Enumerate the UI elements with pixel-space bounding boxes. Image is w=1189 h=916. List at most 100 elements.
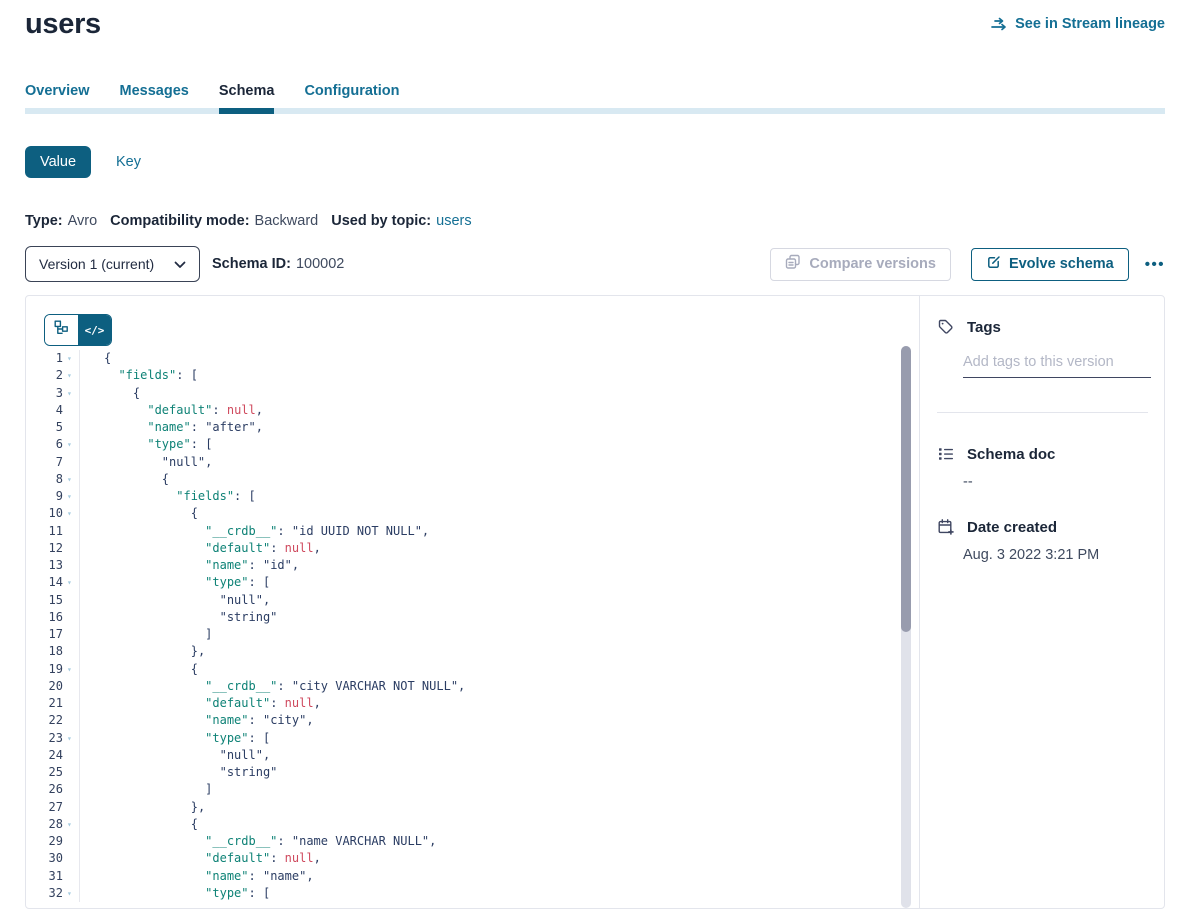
code-line: 5 "name": "after",	[26, 419, 919, 436]
fold-gutter[interactable]: ▾	[63, 661, 80, 678]
fold-gutter	[63, 592, 80, 609]
fold-gutter	[63, 454, 80, 471]
line-number: 19	[26, 661, 63, 678]
editor-scrollbar[interactable]	[901, 346, 911, 908]
scrollbar-thumb[interactable]	[901, 346, 911, 632]
fold-gutter[interactable]: ▾	[63, 885, 80, 902]
line-number: 9	[26, 488, 63, 505]
fold-arrow-icon[interactable]: ▾	[67, 505, 72, 522]
schema-doc-value: --	[963, 474, 1148, 490]
line-number: 11	[26, 523, 63, 540]
code-line: 21 "default": null,	[26, 695, 919, 712]
fold-gutter	[63, 781, 80, 798]
tab-schema[interactable]: Schema	[219, 83, 275, 114]
code-text: "type": [	[80, 730, 270, 747]
code-line: 27 },	[26, 799, 919, 816]
add-tags-input[interactable]	[963, 354, 1151, 378]
code-text: {	[80, 505, 198, 522]
fold-gutter[interactable]: ▾	[63, 816, 80, 833]
fold-gutter	[63, 868, 80, 885]
code-text: "default": null,	[80, 695, 321, 712]
page-header: users See in Stream lineage	[25, 0, 1165, 41]
meta-compatibility: Compatibility mode: Backward	[110, 213, 318, 229]
version-select[interactable]: Version 1 (current)	[25, 246, 200, 282]
fold-arrow-icon[interactable]: ▾	[67, 436, 72, 453]
code-text: "fields": [	[80, 488, 256, 505]
fold-gutter[interactable]: ▾	[63, 488, 80, 505]
fold-gutter[interactable]: ▾	[63, 505, 80, 522]
line-number: 20	[26, 678, 63, 695]
fold-arrow-icon[interactable]: ▾	[67, 350, 72, 367]
fold-gutter	[63, 557, 80, 574]
code-line: 11 "__crdb__": "id UUID NOT NULL",	[26, 523, 919, 540]
line-number: 14	[26, 574, 63, 591]
stream-lineage-label: See in Stream lineage	[1015, 16, 1165, 32]
fold-gutter	[63, 764, 80, 781]
fold-gutter[interactable]: ▾	[63, 385, 80, 402]
line-number: 2	[26, 367, 63, 384]
fold-arrow-icon[interactable]: ▾	[67, 488, 72, 505]
schema-doc-section: Schema doc --	[937, 445, 1148, 490]
evolve-schema-button[interactable]: Evolve schema	[971, 248, 1129, 281]
calendar-plus-icon	[937, 518, 955, 536]
fold-arrow-icon[interactable]: ▾	[67, 471, 72, 488]
code-text: "string"	[80, 609, 277, 626]
fold-gutter[interactable]: ▾	[63, 574, 80, 591]
fold-gutter[interactable]: ▾	[63, 436, 80, 453]
fold-gutter	[63, 678, 80, 695]
tags-section-header: Tags	[937, 318, 1148, 336]
date-created-section: Date created Aug. 3 2022 3:21 PM	[937, 518, 1148, 563]
fold-gutter[interactable]: ▾	[63, 730, 80, 747]
code-text: "fields": [	[80, 367, 198, 384]
fold-arrow-icon[interactable]: ▾	[67, 661, 72, 678]
tree-view-button[interactable]	[45, 315, 78, 345]
fold-gutter[interactable]: ▾	[63, 350, 80, 367]
fold-gutter	[63, 402, 80, 419]
fold-arrow-icon[interactable]: ▾	[67, 885, 72, 902]
fold-arrow-icon[interactable]: ▾	[67, 367, 72, 384]
topic-link[interactable]: users	[436, 213, 471, 229]
fold-arrow-icon[interactable]: ▾	[67, 816, 72, 833]
fold-arrow-icon[interactable]: ▾	[67, 385, 72, 402]
code-text: "name": "city",	[80, 712, 314, 729]
compare-versions-button[interactable]: Compare versions	[770, 248, 951, 281]
code-line: 3▾ {	[26, 385, 919, 402]
code-text: {	[80, 385, 140, 402]
fold-arrow-icon[interactable]: ▾	[67, 574, 72, 591]
code-line: 32▾ "type": [	[26, 885, 919, 902]
line-number: 18	[26, 643, 63, 660]
line-number: 21	[26, 695, 63, 712]
tab-messages[interactable]: Messages	[120, 83, 189, 114]
stream-lineage-link[interactable]: See in Stream lineage	[991, 16, 1165, 32]
tree-view-icon	[54, 320, 70, 341]
code-line: 24 "null",	[26, 747, 919, 764]
code-view-button[interactable]: </>	[78, 315, 111, 345]
tab-configuration[interactable]: Configuration	[304, 83, 399, 114]
value-toggle-button[interactable]: Value	[25, 146, 91, 178]
fold-gutter[interactable]: ▾	[63, 471, 80, 488]
line-number: 23	[26, 730, 63, 747]
fold-arrow-icon[interactable]: ▾	[67, 730, 72, 747]
fold-gutter	[63, 540, 80, 557]
line-number: 12	[26, 540, 63, 557]
tab-overview[interactable]: Overview	[25, 83, 90, 114]
list-icon	[937, 445, 955, 463]
line-number: 24	[26, 747, 63, 764]
code-line: 15 "null",	[26, 592, 919, 609]
fold-gutter[interactable]: ▾	[63, 367, 80, 384]
line-number: 15	[26, 592, 63, 609]
version-select-value: Version 1 (current)	[39, 256, 154, 272]
line-number: 22	[26, 712, 63, 729]
more-options-button[interactable]: •••	[1145, 256, 1165, 273]
schema-id-label: Schema ID:	[212, 256, 291, 272]
fold-gutter	[63, 609, 80, 626]
code-text: "null",	[80, 592, 270, 609]
schema-part-toggle: Value Key	[25, 146, 1165, 178]
key-toggle-link[interactable]: Key	[116, 154, 141, 170]
compatibility-value: Backward	[255, 213, 319, 229]
schema-editor: </> 1▾{2▾ "fields": [3▾ {4 "default": nu…	[26, 296, 919, 908]
code-line: 13 "name": "id",	[26, 557, 919, 574]
code-line: 14▾ "type": [	[26, 574, 919, 591]
compatibility-label: Compatibility mode:	[110, 213, 249, 229]
line-number: 16	[26, 609, 63, 626]
